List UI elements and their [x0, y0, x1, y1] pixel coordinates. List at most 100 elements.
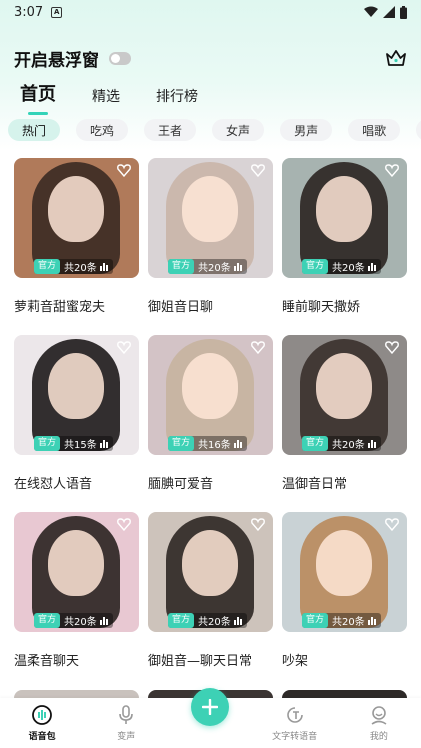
item-count: 共20条	[332, 263, 365, 274]
signal-icon	[383, 6, 395, 18]
official-tag: 官方	[168, 613, 195, 628]
portrait-face	[48, 353, 104, 419]
audio-bars-icon	[99, 439, 108, 448]
card-thumbnail: 官方 共20条	[14, 512, 139, 632]
item-count: 共20条	[64, 263, 97, 274]
voice-pack-card[interactable]: 官方 共20条 御姐音日聊	[148, 158, 273, 335]
audio-bars-icon	[99, 262, 108, 271]
card-thumbnail: 官方 共20条	[282, 158, 407, 278]
card-thumbnail: 官方 共20条	[148, 512, 273, 632]
voice-pack-card[interactable]: 官方 共16条 腼腆可爱音	[148, 335, 273, 512]
item-count: 共20条	[332, 440, 365, 451]
tab-home[interactable]: 首页	[20, 80, 56, 115]
chip-celebrity[interactable]: 明星	[416, 119, 421, 141]
official-tag: 官方	[34, 613, 61, 628]
text-to-speech-icon	[286, 707, 303, 723]
item-count: 共20条	[64, 617, 97, 628]
favorite-heart-icon[interactable]	[251, 164, 265, 177]
microphone-icon	[119, 705, 134, 724]
card-thumbnail: 官方 共15条	[14, 335, 139, 455]
audio-bars-icon	[233, 616, 242, 625]
nav-profile[interactable]: 我的	[344, 704, 414, 742]
status-bar: 3:07 A	[0, 0, 421, 24]
float-window-toggle[interactable]	[109, 51, 131, 65]
voice-pack-card[interactable]: 官方 共20条 睡前聊天撒娇	[282, 158, 407, 335]
chip-male-voice[interactable]: 男声	[280, 119, 333, 141]
card-badge: 官方 共20条	[302, 259, 381, 274]
item-count: 共15条	[64, 440, 97, 451]
category-chips: 热门 吃鸡 王者 女声 男声 唱歌 明星	[8, 119, 421, 141]
card-thumbnail: 官方 共20条	[148, 158, 273, 278]
voice-pack-card[interactable]: 官方 共15条 在线怼人语音	[14, 335, 139, 512]
card-title: 吵架	[282, 654, 309, 669]
voice-pack-grid: 官方 共20条 萝莉音甜蜜宠夫 官方 共20条 御姐音日聊 官方 共20条 睡前…	[14, 158, 407, 689]
official-tag: 官方	[168, 259, 195, 274]
card-badge: 官方 共20条	[302, 613, 381, 628]
official-tag: 官方	[302, 613, 329, 628]
card-badge: 官方 共20条	[168, 613, 247, 628]
wifi-icon	[364, 6, 378, 17]
audio-bars-icon	[367, 262, 376, 271]
favorite-heart-icon[interactable]	[251, 518, 265, 531]
favorite-heart-icon[interactable]	[385, 518, 399, 531]
chip-pubg[interactable]: 吃鸡	[76, 119, 129, 141]
card-title: 睡前聊天撒娇	[282, 300, 361, 315]
card-title: 温柔音聊天	[14, 654, 80, 669]
create-button[interactable]	[191, 688, 229, 726]
voice-pack-icon	[32, 705, 52, 725]
portrait-face	[316, 176, 372, 242]
favorite-heart-icon[interactable]	[385, 164, 399, 177]
float-window-label: 开启悬浮窗	[14, 50, 99, 71]
status-time: 3:07	[14, 4, 44, 20]
audio-bars-icon	[99, 616, 108, 625]
crown-icon[interactable]	[385, 48, 407, 68]
official-tag: 官方	[302, 259, 329, 274]
chip-female-voice[interactable]: 女声	[212, 119, 265, 141]
nav-label: 文字转语音	[272, 732, 318, 742]
nav-text-to-speech[interactable]: 文字转语音	[260, 704, 330, 742]
plus-icon	[202, 699, 218, 715]
nav-label: 语音包	[28, 732, 56, 742]
favorite-heart-icon[interactable]	[251, 341, 265, 354]
audio-bars-icon	[233, 439, 242, 448]
chip-hot[interactable]: 热门	[8, 119, 61, 141]
card-title: 御姐音日聊	[148, 300, 214, 315]
card-title: 萝莉音甜蜜宠夫	[14, 300, 106, 315]
voice-pack-card[interactable]: 官方 共20条 御姐音—聊天日常	[148, 512, 273, 689]
card-thumbnail: 官方 共20条	[14, 158, 139, 278]
tab-featured[interactable]: 精选	[92, 86, 120, 110]
favorite-heart-icon[interactable]	[117, 164, 131, 177]
voice-pack-card[interactable]: 官方 共20条 温御音日常	[282, 335, 407, 512]
card-thumbnail: 官方 共20条	[282, 335, 407, 455]
chip-honor-of-kings[interactable]: 王者	[144, 119, 197, 141]
portrait-face	[316, 353, 372, 419]
official-tag: 官方	[302, 436, 329, 451]
chip-singing[interactable]: 唱歌	[348, 119, 401, 141]
tab-ranking[interactable]: 排行榜	[156, 86, 198, 110]
card-badge: 官方 共15条	[34, 436, 113, 451]
voice-pack-card[interactable]: 官方 共20条 萝莉音甜蜜宠夫	[14, 158, 139, 335]
favorite-heart-icon[interactable]	[117, 518, 131, 531]
official-tag: 官方	[34, 259, 61, 274]
card-thumbnail: 官方 共16条	[148, 335, 273, 455]
favorite-heart-icon[interactable]	[117, 341, 131, 354]
voice-pack-card[interactable]: 官方 共20条 吵架	[282, 512, 407, 689]
card-badge: 官方 共20条	[34, 613, 113, 628]
nav-voice-changer[interactable]: 变声	[91, 704, 161, 742]
card-badge: 官方 共16条	[168, 436, 247, 451]
favorite-heart-icon[interactable]	[385, 341, 399, 354]
voice-pack-card[interactable]: 官方 共20条 温柔音聊天	[14, 512, 139, 689]
card-title: 在线怼人语音	[14, 477, 93, 492]
item-count: 共20条	[198, 263, 231, 274]
portrait-face	[48, 176, 104, 242]
card-badge: 官方 共20条	[168, 259, 247, 274]
portrait-face	[182, 353, 238, 419]
audio-bars-icon	[233, 262, 242, 271]
nav-voice-pack[interactable]: 语音包	[7, 704, 77, 742]
official-tag: 官方	[168, 436, 195, 451]
item-count: 共16条	[198, 440, 231, 451]
card-title: 温御音日常	[282, 477, 348, 492]
main-tabs: 首页 精选 排行榜	[20, 80, 198, 115]
status-indicators	[364, 5, 407, 19]
portrait-face	[316, 530, 372, 596]
